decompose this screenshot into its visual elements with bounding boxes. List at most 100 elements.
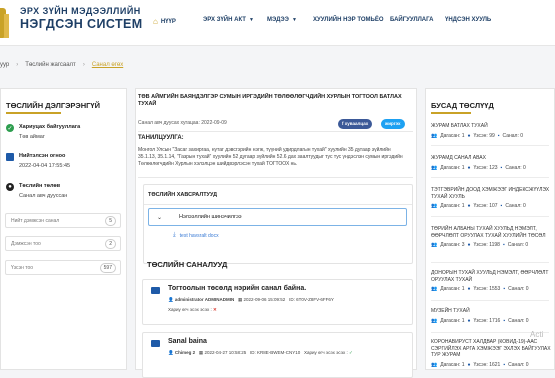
chevron-down-icon: ⌄ — [157, 215, 163, 221]
calendar-icon: ▦ — [198, 350, 204, 355]
eye-icon: ● — [467, 317, 471, 324]
users-icon: 👥 — [431, 317, 438, 324]
sidebar-project-item[interactable]: КОРОНАВИРУСТ ХАЛДВАР (КОВИД-19)-ААС СЭРГ… — [431, 339, 553, 368]
other-projects-sidebar: БУСАД ТӨСЛҮҮД ЖУРАМ БАТЛАХ ТУХАЙ 👥 Дагаса… — [425, 88, 555, 370]
facebook-share-button[interactable]: f хуваалцах — [338, 119, 373, 129]
comment-icon: ▪ — [503, 361, 506, 368]
divider — [431, 262, 549, 263]
nav-organizations[interactable]: БАЙГУУЛЛАГА — [390, 17, 433, 23]
project-title: ТӨВ АЙМГИЙН БАЯНДЭЛГЭР СУМЫН ИРГЭДИЙН ТӨ… — [138, 94, 402, 107]
users-icon: 👥 — [431, 286, 438, 292]
nav-legal-acts[interactable]: ЭРХ ЗҮЙН АКТ ▼ — [203, 17, 254, 23]
suggestion-title: Тогтоолын төсөлд нэрийн санал байна. — [168, 285, 307, 292]
title-underline — [6, 112, 61, 114]
eye-icon: ● — [467, 132, 471, 139]
attachment-file-link[interactable]: ⤓ test havsralt docx — [173, 232, 219, 239]
site-logo[interactable]: ЭРХ ЗҮЙН МЭДЭЭЛЛИЙН НЭГДСЭН СИСТЕМ — [0, 6, 143, 38]
suggestion-meta: 👤 administrator ADMINADMIN ▦ 2022-09-06 … — [168, 297, 334, 302]
suggestion-card[interactable]: Sanal baina 👤 Chimeg 2 ▦ 2022-04-27 10:5… — [142, 332, 413, 378]
home-icon: ⌂ — [153, 17, 158, 26]
sidebar-project-item[interactable]: ЖУРАМД САНАЛ АВАХ 👥 Дагасан: 1 ● Үзсэн: 123… — [431, 155, 553, 171]
download-icon: ⤓ — [173, 232, 176, 238]
description-text: Монгол Улсын "Засаг захиргаа, нутаг дэвс… — [138, 147, 403, 167]
comment-icon: ▪ — [500, 203, 503, 209]
users-icon: 👥 — [431, 203, 438, 209]
title-underline — [431, 112, 471, 114]
project-details-panel: ТӨСЛИЙН ДЭЛГЭРЭНГҮЙ ✓ Хариуцах байгуулла… — [0, 88, 127, 370]
divider — [431, 177, 549, 178]
eye-icon: ● — [467, 286, 471, 292]
divider — [431, 145, 549, 146]
comment-icon: ▪ — [503, 317, 506, 324]
divider — [431, 216, 549, 217]
logo-line1: ЭРХ ЗҮЙН МЭДЭЭЛЛИЙН — [20, 6, 141, 16]
description-heading: ТАНИЛЦУУЛГА: — [138, 135, 184, 141]
project-main: ТӨВ АЙМГИЙН БАЯНДЭЛГЭР СУМЫН ИРГЭДИЙН ТӨ… — [135, 88, 417, 378]
user-icon: 👤 — [168, 350, 174, 355]
site-header: ЭРХ ЗҮЙН МЭДЭЭЛЛИЙН НЭГДСЭН СИСТЕМ ⌂ НҮҮР… — [0, 0, 555, 46]
breadcrumb-home[interactable]: уур — [0, 62, 9, 68]
close-icon: ✕ — [212, 307, 217, 312]
eye-icon: ● — [467, 361, 471, 368]
count-badge: 597 — [99, 263, 116, 273]
count-views: Үзсэн тоо 597 — [5, 260, 121, 275]
users-icon: 👥 — [431, 242, 438, 248]
comment-icon: ▪ — [502, 242, 505, 248]
logo-line2: НЭГДСЭН СИСТЕМ — [20, 17, 143, 31]
check-icon: ✓ — [349, 350, 353, 355]
breadcrumb: уур › Төслийн жагсаалт › Санал өгөх — [0, 62, 123, 68]
suggestion-title: Sanal baina — [168, 338, 207, 345]
attachments-box: ТӨСЛИЙН ХАВСРАЛТУУД ⌄ Нэлээллийн шинэчил… — [143, 184, 413, 264]
divider — [144, 204, 412, 205]
comment-icon — [151, 340, 160, 347]
count-badge: 5 — [105, 216, 116, 226]
shield-check-icon: ✓ — [6, 124, 14, 132]
breadcrumb-current[interactable]: Санал өгөх — [92, 62, 123, 68]
chevron-down-icon: ▼ — [291, 17, 297, 23]
suggestion-card[interactable]: Тогтоолын төсөлд нэрийн санал байна. 👤 a… — [142, 279, 413, 325]
logo-emblem — [0, 6, 14, 38]
count-badge: 2 — [105, 239, 116, 249]
sidebar-project-item[interactable]: ТӨРИЙН АЛБАНЫ ТУХАЙ ХУУЛЬД НЭМЭЛТ, ӨӨРЧЛ… — [431, 226, 553, 248]
detail-published-date: Нийтэлсэн огноо 2022-04-04 17:55:45 — [6, 152, 70, 170]
breadcrumb-separator-icon: › — [82, 62, 85, 68]
comment-icon: ▪ — [497, 132, 500, 139]
divider — [138, 177, 413, 178]
eye-icon: ● — [6, 183, 14, 191]
nav-legal-terms[interactable]: ХУУЛИЙН НЭР ТОМЬЁО — [313, 17, 384, 23]
suggestion-vote: Хариу өгч эсэх эсэх : ✕ — [168, 307, 217, 312]
nav-news[interactable]: МЭДЭЭ ▼ — [267, 17, 297, 23]
sidebar-title: БУСАД ТӨСЛҮҮД — [431, 101, 494, 110]
suggestion-meta: 👤 Chimeg 2 ▦ 2022-04-27 10:58:25 ID: KR8… — [168, 350, 353, 355]
activation-watermark: Acti — [530, 330, 544, 339]
count-total-support: Нийт дэмжсэн санал 5 — [5, 213, 121, 228]
accordion-title: Нэлээллийн шинэчилгээ — [179, 214, 242, 220]
eye-icon: ● — [467, 242, 471, 248]
sidebar-project-item[interactable]: ЖУРАМ БАТЛАХ ТУХАЙ 👥 Дагасан: 1 ● Үзсэн: 99… — [431, 123, 553, 139]
breadcrumb-project-list[interactable]: Төслийн жагсаалт — [25, 62, 76, 68]
deadline-text: Санал авч дуусах хугацаа: 2022-09-09 — [138, 120, 227, 126]
divider — [431, 300, 549, 301]
calendar-icon — [6, 153, 14, 161]
sidebar-project-item[interactable]: МУЗЕЙН ТУХАЙ 👥 Дагасан: 1 ● Үзсэн: 1716 ▪ Сан… — [431, 308, 553, 324]
chevron-down-icon: ▼ — [248, 17, 254, 23]
attachments-heading: ТӨСЛИЙН ХАВСРАЛТУУД — [148, 192, 218, 198]
detail-status: ● Төслийн төлөв Санал авч дууссан — [6, 182, 67, 200]
count-support: Дэмжсэн тоо 2 — [5, 236, 121, 251]
comment-icon: ▪ — [503, 286, 506, 292]
divider — [138, 131, 413, 132]
nav-constitution[interactable]: ҮНДСЭН ХУУЛЬ — [445, 17, 491, 23]
eye-icon: ● — [467, 203, 471, 209]
calendar-icon: ▦ — [237, 297, 243, 302]
detail-organization: ✓ Хариуцах байгууллага Төв аймаг — [6, 124, 81, 140]
nav-home[interactable]: ⌂ НҮҮР — [153, 17, 176, 26]
twitter-share-button[interactable]: жиргэх — [381, 119, 405, 129]
attachment-accordion[interactable]: ⌄ Нэлээллийн шинэчилгээ — [148, 208, 407, 226]
sidebar-project-item[interactable]: ДОНОРЫН ТУХАЙ ХУУЛЬД НЭМЭЛТ, ӨӨРЧЛӨЛТ ОР… — [431, 270, 553, 292]
sidebar-project-item[interactable]: ТЭТГЭВРИЙН ДООД ХЭМЖЭЭГ ИНДЕКСЖҮҮЛЭХ ТУХ… — [431, 187, 553, 209]
user-icon: 👤 — [168, 297, 174, 302]
users-icon: 👥 — [431, 361, 438, 368]
comment-icon — [151, 287, 160, 294]
eye-icon: ● — [467, 164, 471, 171]
panel-title: ТӨСЛИЙН ДЭЛГЭРЭНГҮЙ — [6, 101, 100, 110]
